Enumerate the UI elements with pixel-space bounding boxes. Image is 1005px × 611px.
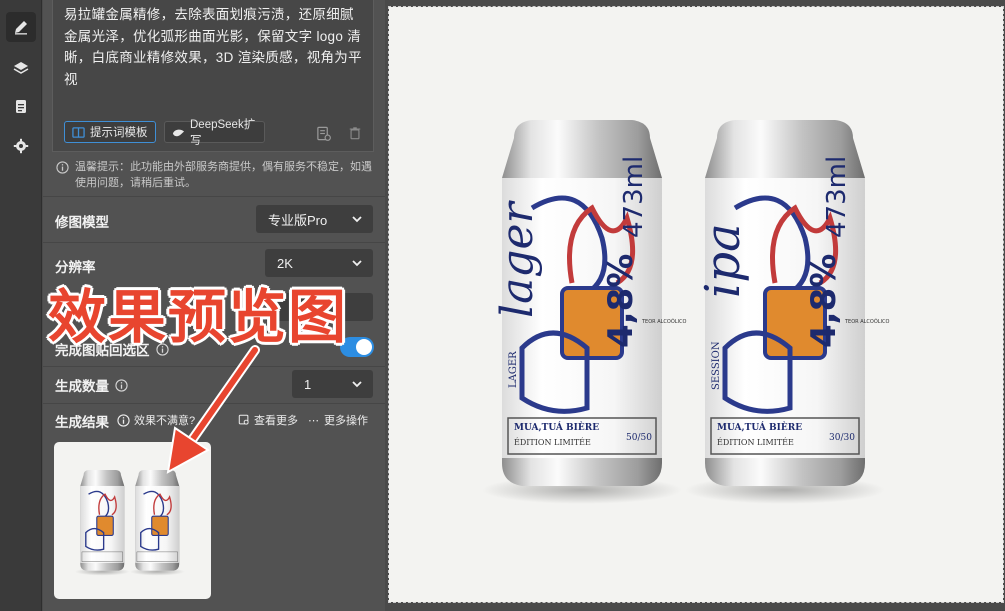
history-list-icon [316, 126, 331, 141]
can-count: 50/50 [626, 433, 652, 443]
deepseek-expand-button[interactable]: DeepSeek扩写 [164, 119, 265, 147]
gear-icon [13, 138, 29, 154]
can-volume: 473ml [822, 156, 852, 238]
clear-prompt-button[interactable] [346, 124, 364, 142]
resolution-value: 2K [277, 255, 293, 271]
deepseek-expand-label: DeepSeek扩写 [190, 119, 256, 147]
model-value: 专业版Pro [268, 212, 328, 228]
can-brand: MUA,TUÁ BIÈRE [514, 421, 599, 433]
product-photo: 4,8% 473ml lager LAGER MUA,TUÁ BIÈRE ÉDI… [389, 7, 890, 602]
prompt-template-label: 提示词模板 [90, 127, 148, 139]
trash-icon [349, 127, 361, 140]
can-style: LAGER [508, 351, 519, 388]
more-dots-icon: ⋯ [308, 414, 320, 427]
can-ipa: 4,8% 473ml ipa SESSION MUA,TUÁ BIÈRE ÉDI… [685, 120, 890, 504]
can-abv: 4,8% [804, 254, 844, 348]
can-count: 30/30 [829, 433, 855, 443]
can-side-text: TEOR ALCOÓLICO [641, 318, 687, 325]
results-row: 生成结果 [55, 411, 109, 431]
prompt-editor[interactable]: 易拉罐金属精修，去除表面划痕污渍，还原细腻金属光泽，优化弧形曲面光影，保留文字 … [52, 0, 374, 152]
clipboard-tool-button[interactable] [6, 91, 36, 121]
prompt-template-button[interactable]: 提示词模板 [64, 121, 156, 143]
can-edition: ÉDITION LIMITÉE [514, 438, 591, 447]
layers-icon [13, 62, 29, 74]
can-script: lager [492, 199, 543, 318]
chevron-down-icon [352, 260, 362, 267]
divider [43, 196, 385, 197]
prompt-text[interactable]: 易拉罐金属精修，去除表面划痕污渍，还原细腻金属光泽，优化弧形曲面光影，保留文字 … [64, 4, 364, 90]
count-row: 生成数量 [55, 375, 128, 395]
model-select[interactable]: 专业版Pro [256, 205, 373, 233]
more-actions-label: 更多操作 [324, 415, 368, 427]
results-label: 生成结果 [55, 415, 109, 430]
tool-rail [0, 0, 42, 611]
whale-icon [172, 129, 185, 136]
clipboard-icon [16, 100, 26, 113]
count-value: 1 [304, 376, 312, 392]
can-style: SESSION [711, 341, 722, 390]
service-tip-text: 温馨提示：此功能由外部服务商提供，偶有服务不稳定，如遇使用问题，请稍后重试。 [75, 161, 372, 189]
info-icon [117, 413, 130, 427]
settings-tool-button[interactable] [6, 131, 36, 161]
service-tip: 温馨提示：此功能由外部服务商提供，偶有服务不稳定，如遇使用问题，请稍后重试。 [56, 159, 374, 191]
can-volume: 473ml [619, 156, 649, 238]
can-brand: MUA,TUÁ BIÈRE [717, 421, 802, 433]
model-label: 修图模型 [55, 215, 109, 230]
divider [43, 242, 385, 243]
can-script: ipa [695, 223, 751, 298]
edit-tool-button[interactable] [6, 12, 36, 42]
prompt-history-button[interactable] [314, 124, 332, 142]
can-lager: 4,8% 473ml lager LAGER MUA,TUÁ BIÈRE ÉDI… [482, 120, 687, 504]
chevron-down-icon [352, 216, 362, 223]
layers-tool-button[interactable] [6, 53, 36, 83]
edit-icon [15, 21, 27, 35]
info-icon [56, 161, 69, 174]
book-icon [72, 126, 85, 138]
count-select[interactable]: 1 [292, 370, 373, 398]
can-side-text: TEOR ALCOÓLICO [844, 318, 890, 325]
can-edition: ÉDITION LIMITÉE [717, 438, 794, 447]
can-abv: 4,8% [601, 254, 641, 348]
info-icon[interactable] [115, 378, 128, 392]
annotation-arrow [166, 345, 260, 474]
chevron-down-icon [352, 381, 362, 388]
preview-canvas[interactable]: 4,8% 473ml lager LAGER MUA,TUÁ BIÈRE ÉDI… [388, 6, 1004, 603]
more-actions-button[interactable]: ⋯ 更多操作 [308, 412, 368, 428]
count-label: 生成数量 [55, 379, 109, 394]
